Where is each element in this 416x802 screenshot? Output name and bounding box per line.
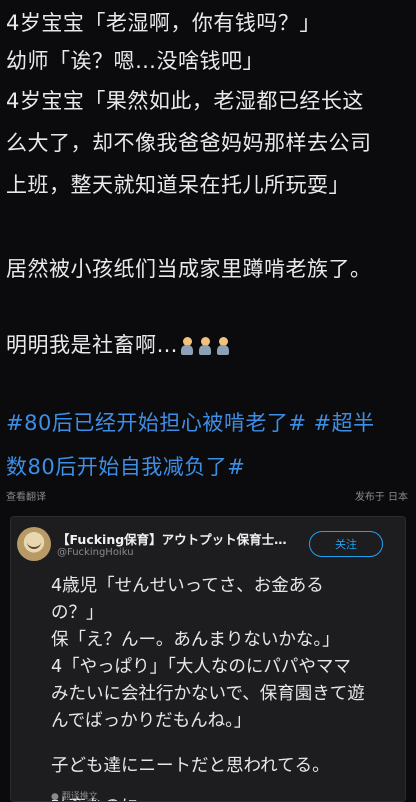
avatar[interactable] bbox=[17, 527, 51, 561]
post-line-7-text: 明明我是社畜啊… bbox=[6, 333, 178, 357]
translate-tweet-link[interactable]: ● 翻译推文 bbox=[51, 789, 98, 801]
post-source-label: 发布于 日本 bbox=[354, 492, 408, 503]
office-worker-emoji-icon bbox=[180, 337, 194, 355]
post-line-3: 4岁宝宝「果然如此，老湿都已经长这 bbox=[6, 89, 364, 113]
embedded-line-5: みたいに会社行かないで、保育園きて遊 bbox=[51, 684, 365, 704]
post-line-7: 明明我是社畜啊… bbox=[6, 330, 230, 360]
embedded-line-2: の？」 bbox=[51, 603, 104, 623]
account-handle[interactable]: @FuckingHoiku bbox=[57, 547, 134, 558]
office-worker-emoji-icon bbox=[198, 337, 212, 355]
office-worker-emoji-icon bbox=[216, 337, 230, 355]
post-line-4: 么大了，却不像我爸爸妈妈那样去公司 bbox=[6, 131, 372, 155]
hashtag-link-line-1[interactable]: #80后已经开始担心被啃老了# #超半 bbox=[6, 408, 375, 438]
embedded-line-6: んでばっかりだもんね。」 bbox=[51, 711, 252, 731]
embedded-line-7: 子ども達にニートだと思われてる。 bbox=[51, 756, 330, 776]
embedded-line-3: 保「え？んー。あんまりないかな。」 bbox=[51, 630, 340, 650]
follow-button[interactable]: 关注 bbox=[309, 531, 383, 557]
worker-emoji-row bbox=[180, 337, 230, 355]
embedded-line-4: 4「やっぱり」「大人なのにパパやママ bbox=[51, 657, 351, 677]
embedded-line-8: 社畜なのに… bbox=[51, 794, 401, 801]
post-line-1: 4岁宝宝「老湿啊，你有钱吗？」 bbox=[6, 11, 321, 35]
translate-link[interactable]: 查看翻译 bbox=[6, 488, 46, 503]
post-line-2: 幼师「诶？嗯…没啥钱吧」 bbox=[6, 49, 264, 73]
account-name[interactable]: 【Fucking保育】アウトプット保育士… bbox=[57, 529, 287, 548]
embedded-line-1: 4歳児「せんせいってさ、お金ある bbox=[51, 576, 324, 596]
post-line-5: 上班，整天就知道呆在托儿所玩耍」 bbox=[6, 173, 350, 197]
embedded-tweet-body: 4歳児「せんせいってさ、お金ある の？」 保「え？んー。あんまりないかな。」 4… bbox=[51, 573, 401, 801]
post-line-6: 居然被小孩纸们当成家里蹲啃老族了。 bbox=[6, 257, 372, 281]
hashtag-link-line-2[interactable]: 数80后开始自我减负了# bbox=[6, 452, 245, 482]
embedded-tweet-card[interactable]: 【Fucking保育】アウトプット保育士… @FuckingHoiku 关注 4… bbox=[10, 516, 406, 802]
